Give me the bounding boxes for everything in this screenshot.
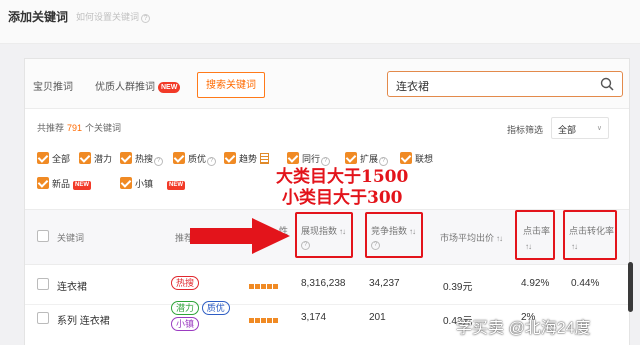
highlight-box-competition (365, 212, 423, 258)
col-avg-bid-label: 市场平均出价 (440, 233, 495, 243)
checkbox-label: 趋势 (239, 154, 258, 164)
row-cvr: 0.44% (571, 278, 600, 289)
search-icon[interactable] (600, 77, 614, 91)
document-icon (260, 153, 270, 164)
checkbox-label: 新品 (52, 179, 71, 189)
tag-quality: 质优 (201, 301, 230, 315)
tag-small-town: 小镇 (171, 317, 200, 331)
filter-select[interactable]: 全部 ∨ (551, 117, 609, 139)
scrollbar[interactable] (628, 262, 633, 312)
checkbox-potential[interactable]: 潜力 (79, 152, 112, 166)
question-icon: ? (154, 157, 164, 166)
tag-potential: 潜力 (171, 301, 200, 315)
tab-crowd-recommend[interactable]: 优质人群推词 NEW (95, 75, 181, 101)
col-avg-bid[interactable]: 市场平均出价 ↑↓ (440, 231, 503, 244)
checkbox-trend[interactable]: 趋势 (224, 152, 270, 166)
row-ctr: 4.92% (521, 278, 550, 289)
checkbox-label: 质优 (188, 154, 207, 164)
checkbox-label: 热搜 (135, 154, 154, 164)
page-title: 添加关键词 (8, 10, 69, 24)
col-keyword: 关键词 (57, 233, 85, 243)
checkbox-checked (37, 177, 49, 189)
row-tags: 热搜 (171, 276, 200, 290)
checkbox-new-product[interactable]: 新品 NEW (37, 177, 92, 191)
sort-icon: ↑↓ (496, 234, 503, 243)
highlight-box-ctr (515, 210, 555, 260)
row-bars (249, 281, 279, 292)
checkbox-hot[interactable]: 热搜? (120, 152, 164, 166)
checkbox-checked (79, 152, 91, 164)
row-competition: 201 (369, 312, 386, 323)
checkbox-small-town[interactable]: 小镇 NEW (120, 177, 186, 191)
tab-baby-recommend[interactable]: 宝贝推词 (33, 75, 73, 101)
tab-label: 搜索关键词 (206, 80, 256, 91)
new-badge: NEW (158, 82, 181, 93)
row-impression: 8,316,238 (301, 278, 346, 289)
row-bars (249, 315, 279, 326)
tab-bar: 宝贝推词 优质人群推词 NEW 搜索关键词 连衣裙 (25, 59, 629, 109)
row-avg-bid: 0.39元 (443, 282, 473, 293)
filter-value: 全部 (558, 125, 577, 135)
search-value: 连衣裙 (396, 81, 429, 93)
tag-hot: 热搜 (171, 276, 200, 290)
checkbox-checked (120, 177, 132, 189)
search-input[interactable]: 连衣裙 (387, 71, 623, 97)
row-checkbox[interactable] (37, 312, 49, 324)
checkbox-checked (173, 152, 185, 164)
tab-label: 优质人群推词 (95, 82, 155, 93)
question-icon: ? (207, 157, 217, 166)
highlight-box-cvr (563, 210, 617, 260)
recommend-summary: 共推荐 791 个关键词 (37, 121, 121, 134)
annotation-line-2: 小类目大于300 (282, 188, 403, 208)
arrow-right-icon (190, 218, 290, 254)
help-link[interactable]: 如何设置关键词? (76, 10, 151, 23)
checkbox-label: 小镇 (135, 179, 154, 189)
row-competition: 34,237 (369, 278, 400, 289)
checkbox-checked (120, 152, 132, 164)
filter-label: 指标筛选 (507, 125, 544, 135)
checkbox-checked (37, 152, 49, 164)
new-badge: NEW (73, 181, 92, 190)
checkbox-checked (224, 152, 236, 164)
tab-search-keyword[interactable]: 搜索关键词 (197, 72, 265, 98)
select-all-checkbox[interactable] (37, 230, 49, 242)
row-keyword: 系列 连衣裙 (57, 316, 110, 327)
checkbox-quality[interactable]: 质优? (173, 152, 217, 166)
checkbox-label: 全部 (52, 154, 71, 164)
table-header: 关键词 推荐 性 展现指数 ↑↓ ? 竞争指数 ↑↓ ? 市场平均出价 ↑↓ 点击率 … (25, 209, 629, 265)
checkbox-label: 联想 (415, 154, 434, 164)
table-row[interactable]: 连衣裙 热搜 8,316,238 34,237 0.39元 4.92% 0.44… (25, 265, 629, 305)
watermark: 学买卖 @北海24度 (456, 320, 591, 337)
row-impression: 3,174 (301, 312, 327, 323)
checkbox-all[interactable]: 全部 (37, 152, 70, 166)
help-link-text: 如何设置关键词 (76, 12, 140, 22)
row-tags: 潜力 质优 小镇 (171, 301, 230, 331)
checkbox-label: 潜力 (94, 154, 113, 164)
summary-suffix: 个关键词 (85, 123, 122, 133)
highlight-box-impression (295, 212, 353, 258)
summary-prefix: 共推荐 (37, 123, 65, 133)
tab-label: 宝贝推词 (33, 82, 73, 93)
keyword-count: 791 (67, 123, 83, 133)
top-bar: 添加关键词 如何设置关键词? (0, 0, 640, 44)
new-badge: NEW (167, 181, 186, 190)
row-checkbox[interactable] (37, 278, 49, 290)
question-icon: ? (141, 14, 151, 23)
row-keyword: 连衣裙 (57, 282, 87, 293)
chevron-down-icon: ∨ (596, 125, 602, 132)
